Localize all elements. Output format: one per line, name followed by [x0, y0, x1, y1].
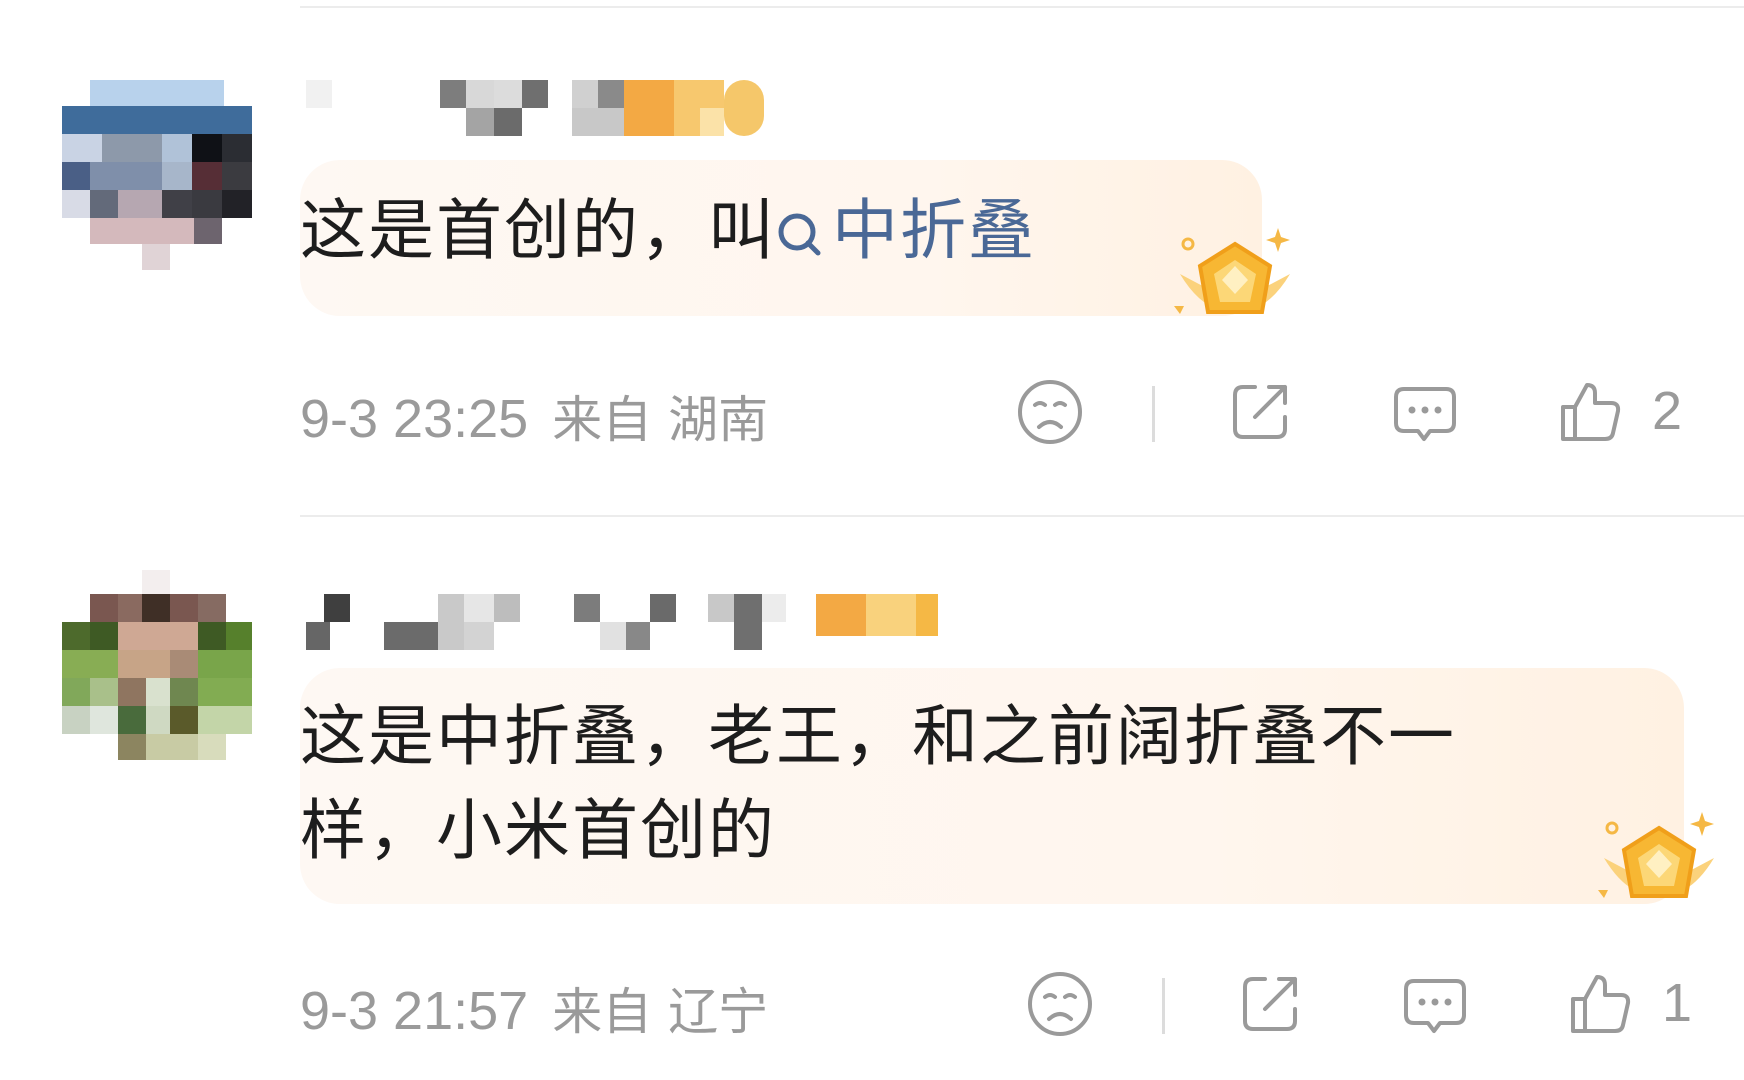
- dislike-face-icon: [1018, 380, 1082, 444]
- separator: [1152, 386, 1155, 442]
- share-button[interactable]: [1230, 964, 1310, 1044]
- like-button[interactable]: [1560, 964, 1640, 1044]
- share-icon: [1243, 977, 1297, 1031]
- reply-icon: [1394, 387, 1456, 441]
- search-icon: [776, 188, 822, 256]
- comment-text[interactable]: 这是中折叠，老王，和之前阔折叠不一 样，小米首创的: [300, 690, 1456, 878]
- location: 来自 辽宁: [552, 983, 769, 1041]
- meta-row: 9-3 23:25 来自 湖南 2: [300, 372, 1744, 452]
- like-count: 2: [1652, 381, 1683, 441]
- reply-button[interactable]: [1395, 964, 1475, 1044]
- timestamp: 9-3 21:57 来自 辽宁: [300, 981, 769, 1041]
- username-pixelated[interactable]: [300, 594, 1000, 650]
- separator: [1162, 978, 1165, 1034]
- location: 来自 湖南: [552, 391, 769, 449]
- topic-link[interactable]: 中折叠: [776, 192, 1036, 269]
- like-button[interactable]: [1550, 372, 1630, 452]
- dislike-face-icon: [1028, 972, 1092, 1036]
- like-count: 1: [1662, 973, 1693, 1033]
- meta-row: 9-3 21:57 来自 辽宁 1: [300, 964, 1744, 1044]
- username-pixelated[interactable]: [300, 80, 770, 136]
- dislike-button[interactable]: [1010, 372, 1090, 452]
- timestamp: 9-3 23:25 来自 湖南: [300, 389, 769, 449]
- share-icon: [1233, 385, 1287, 439]
- avatar[interactable]: [62, 570, 252, 760]
- thumbs-up-icon: [1571, 975, 1631, 1033]
- gold-medal-icon: [1170, 222, 1300, 352]
- reply-icon: [1404, 979, 1466, 1033]
- top-divider: [300, 6, 1744, 8]
- comment-divider: [300, 515, 1744, 517]
- avatar[interactable]: [62, 80, 252, 270]
- reply-button[interactable]: [1385, 372, 1465, 452]
- share-button[interactable]: [1220, 372, 1300, 452]
- gold-medal-icon: [1594, 806, 1724, 936]
- dislike-button[interactable]: [1020, 964, 1100, 1044]
- comment-text[interactable]: 这是首创的，叫 中折叠: [300, 184, 1036, 278]
- thumbs-up-icon: [1561, 383, 1621, 441]
